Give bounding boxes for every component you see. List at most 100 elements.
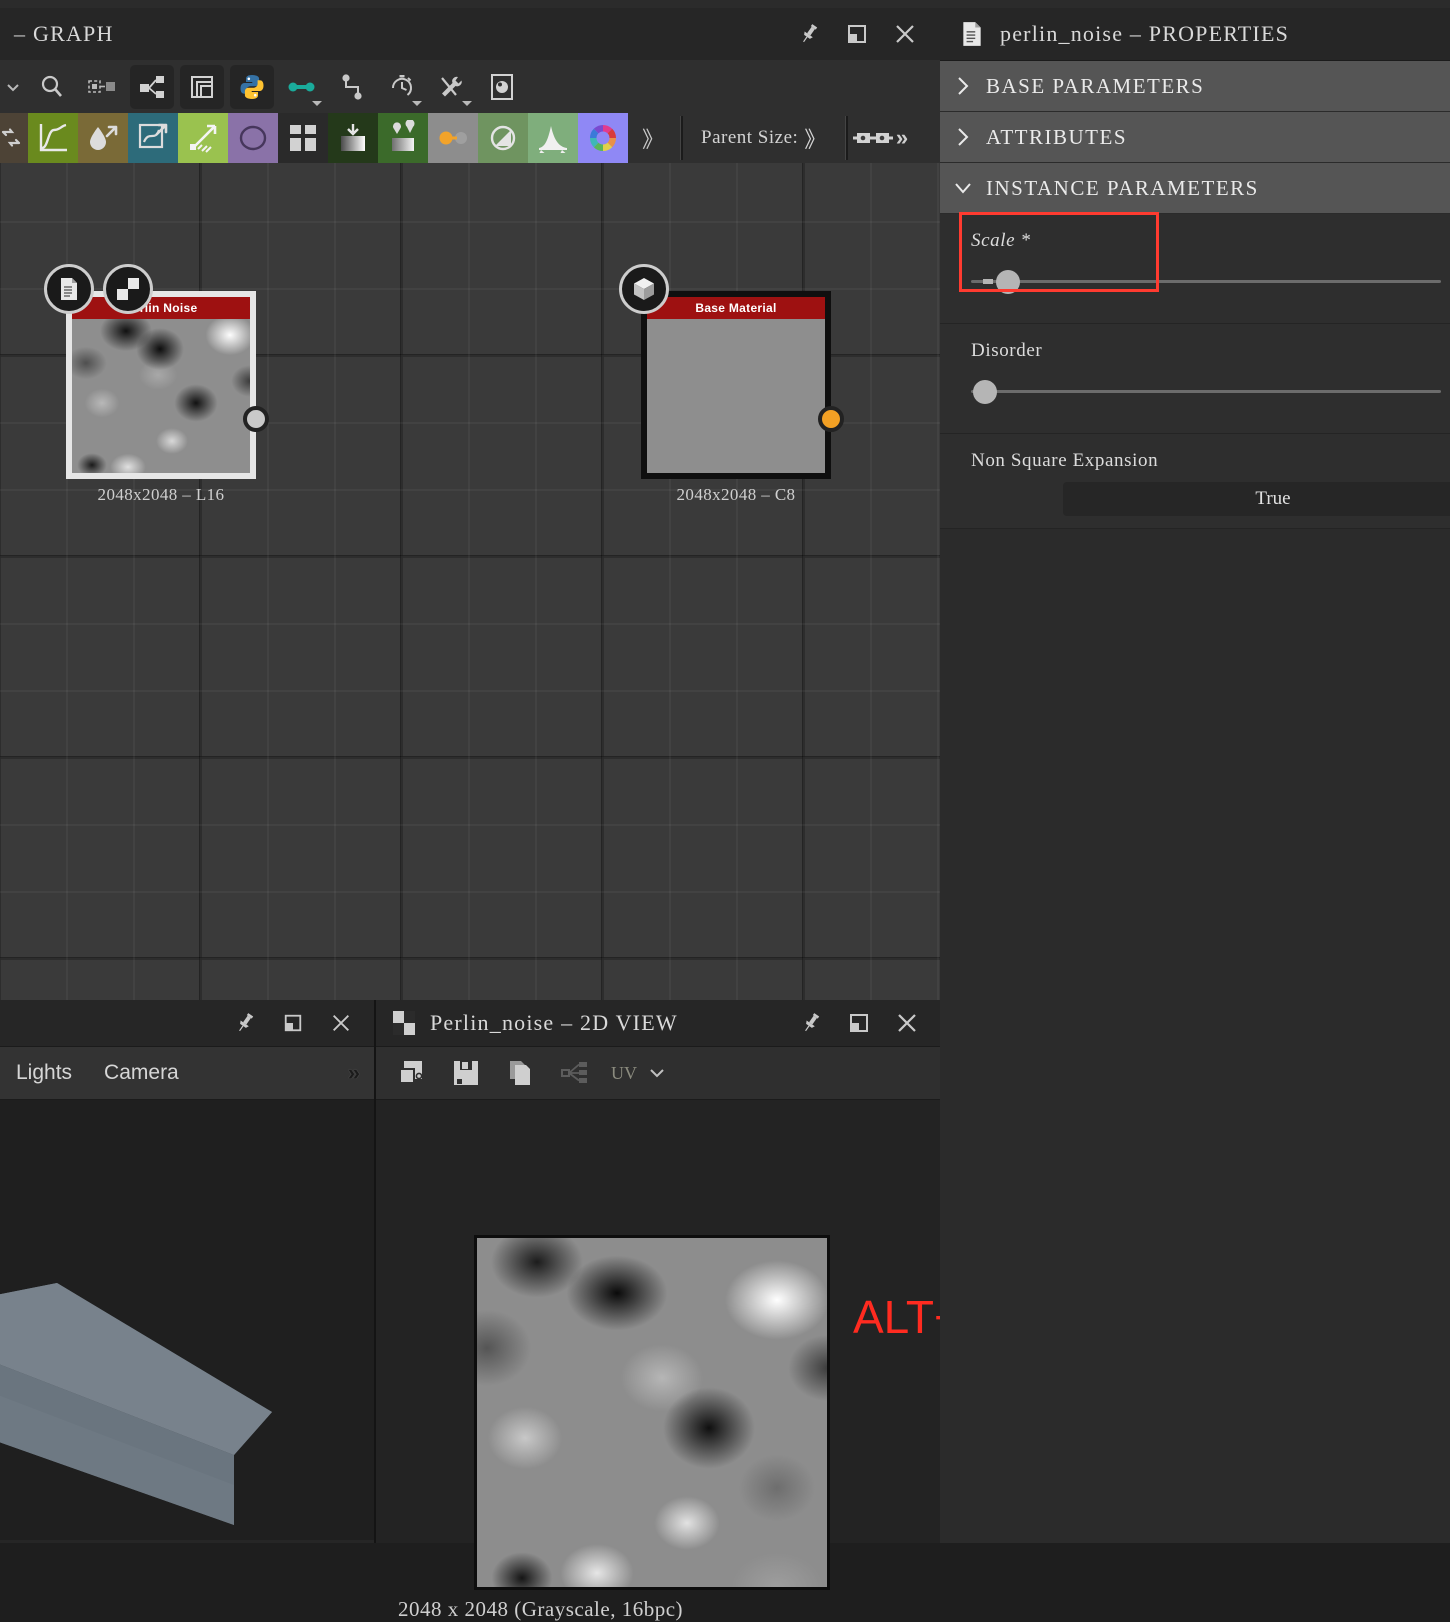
preview-icon[interactable]: [480, 65, 524, 109]
node-base-material[interactable]: Base Material 2048x2048 – C8: [619, 264, 844, 505]
noise-preview-image: [474, 1235, 830, 1590]
chevron-down-icon[interactable]: [2, 65, 24, 109]
swatch-filter-icon[interactable]: [478, 113, 528, 163]
close-icon[interactable]: [892, 21, 918, 47]
slider-min-tick: [983, 279, 993, 284]
compare-icon[interactable]: [390, 1051, 434, 1095]
swatch-grid-icon[interactable]: [278, 113, 328, 163]
param-scale[interactable]: Scale *: [940, 212, 1450, 324]
library-overflow-icon[interactable]: 》: [628, 122, 678, 154]
swatch-histogram-icon[interactable]: [528, 113, 578, 163]
param-disorder-slider[interactable]: [940, 374, 1450, 408]
graph-title-dash: –: [14, 21, 25, 46]
slider-track: [971, 390, 1441, 393]
section-label: BASE PARAMETERS: [986, 73, 1205, 98]
swatch-colorwheel-icon[interactable]: [578, 113, 628, 163]
maximize-icon[interactable]: [846, 1010, 872, 1036]
graph-titlebar: – GRAPH: [0, 8, 940, 61]
param-disorder[interactable]: Disorder: [940, 324, 1450, 434]
document-icon: [960, 21, 984, 47]
layers-icon[interactable]: [180, 64, 224, 109]
close-icon[interactable]: [894, 1010, 920, 1036]
properties-title: perlin_noise – PROPERTIES: [1000, 21, 1290, 46]
pin-icon[interactable]: [798, 1010, 824, 1036]
chevron-down-icon[interactable]: [312, 100, 322, 106]
align-nodes-icon[interactable]: [80, 65, 124, 109]
copy-icon[interactable]: [498, 1051, 542, 1095]
toolbar-overflow-icon[interactable]: »: [896, 125, 914, 151]
chevron-double-icon[interactable]: 》: [804, 122, 827, 154]
section-base-parameters[interactable]: BASE PARAMETERS: [940, 61, 1450, 112]
slider-knob[interactable]: [973, 380, 997, 404]
swatch-blend-icon[interactable]: [78, 113, 128, 163]
parent-size-label: Parent Size:: [701, 127, 799, 148]
maximize-icon[interactable]: [280, 1010, 306, 1036]
node-output-connector[interactable]: [818, 406, 844, 432]
swatch-shape-icon[interactable]: [228, 113, 278, 163]
link-nodes-icon[interactable]: [280, 65, 324, 109]
tab-camera[interactable]: Camera: [88, 1061, 195, 1085]
tab-lights[interactable]: Lights: [0, 1061, 88, 1085]
timer-icon[interactable]: [380, 65, 424, 109]
node-title: Perlin Noise: [72, 297, 250, 319]
connection-style-icon[interactable]: [330, 65, 374, 109]
link-parent-size-icon[interactable]: [850, 113, 896, 163]
pin-icon[interactable]: [232, 1010, 258, 1036]
save-icon[interactable]: [444, 1051, 488, 1095]
param-label: Disorder: [971, 340, 1043, 361]
channels-icon[interactable]: [552, 1051, 596, 1095]
cube-3d-icon[interactable]: [619, 264, 669, 314]
swatch-transform-icon[interactable]: [128, 113, 178, 163]
swatch-curve-icon[interactable]: [28, 113, 78, 163]
checker-icon: [392, 1010, 416, 1036]
tools-icon[interactable]: [430, 65, 474, 109]
search-icon[interactable]: [30, 65, 74, 109]
section-instance-parameters[interactable]: INSTANCE PARAMETERS: [940, 163, 1450, 214]
swatch-atomic-icon[interactable]: [0, 113, 28, 163]
view3d-viewport[interactable]: [0, 1100, 374, 1540]
pin-icon[interactable]: [796, 21, 822, 47]
graph-canvas[interactable]: Perlin Noise 2048x2048 – L16 Base Materi…: [0, 163, 940, 1000]
graph-node-library-toolbar: 》 Parent Size: 》 »: [0, 113, 940, 163]
node-perlin-noise[interactable]: Perlin Noise 2048x2048 – L16: [44, 264, 269, 505]
node-thumbnail: [647, 319, 825, 473]
node-output-connector[interactable]: [243, 406, 269, 432]
maximize-icon[interactable]: [844, 21, 870, 47]
swatch-fill-icon[interactable]: [328, 113, 378, 163]
swatch-gradient-icon[interactable]: [178, 113, 228, 163]
uv-label: UV: [611, 1062, 637, 1083]
python-icon[interactable]: [230, 64, 274, 109]
view2d-panel: Perlin_noise – 2D VIEW UV 2048 x 2048 (G…: [376, 1000, 940, 1621]
chevron-down-icon[interactable]: [642, 1051, 672, 1095]
chevron-down-icon[interactable]: [462, 100, 472, 106]
slider-knob[interactable]: [996, 270, 1020, 294]
param-label: Scale *: [971, 230, 1031, 251]
swatch-noise-icon[interactable]: [378, 113, 428, 163]
properties-titlebar: perlin_noise – PROPERTIES: [940, 8, 1450, 61]
properties-panel: perlin_noise – PROPERTIES BASE PARAMETER…: [940, 0, 1450, 1543]
view3d-panel: Lights Camera »: [0, 1000, 374, 1543]
node-caption: 2048x2048 – L16: [97, 485, 225, 504]
param-non-square-expansion[interactable]: Non Square Expansion True: [940, 434, 1450, 529]
view2d-toolbar: UV: [376, 1047, 940, 1100]
parent-size-control[interactable]: Parent Size: 》: [685, 113, 843, 163]
non-square-expansion-dropdown[interactable]: True: [1063, 482, 1450, 516]
view3d-overflow-icon[interactable]: »: [348, 1060, 360, 1086]
swatch-material-icon[interactable]: [428, 113, 478, 163]
chevron-down-icon[interactable]: [412, 100, 422, 106]
section-attributes[interactable]: ATTRIBUTES: [940, 112, 1450, 163]
chevron-down-icon: [940, 179, 986, 197]
chevron-right-icon: [940, 126, 986, 148]
param-label: Non Square Expansion: [971, 450, 1159, 471]
checker-icon[interactable]: [103, 264, 153, 314]
view2d-title: Perlin_noise – 2D VIEW: [430, 1010, 678, 1035]
document-icon[interactable]: [44, 264, 94, 314]
param-scale-slider[interactable]: [940, 264, 1450, 298]
graph-hierarchy-icon[interactable]: [130, 64, 174, 109]
graph-panel: – GRAPH 》 Parent Size: 》 » Perlin Noise …: [0, 0, 940, 1000]
graph-toolbar-primary: [0, 60, 940, 113]
close-icon[interactable]: [328, 1010, 354, 1036]
view2d-status: 2048 x 2048 (Grayscale, 16bpc): [398, 1597, 684, 1621]
node-thumbnail: [72, 319, 250, 473]
node-title: Base Material: [647, 297, 825, 319]
